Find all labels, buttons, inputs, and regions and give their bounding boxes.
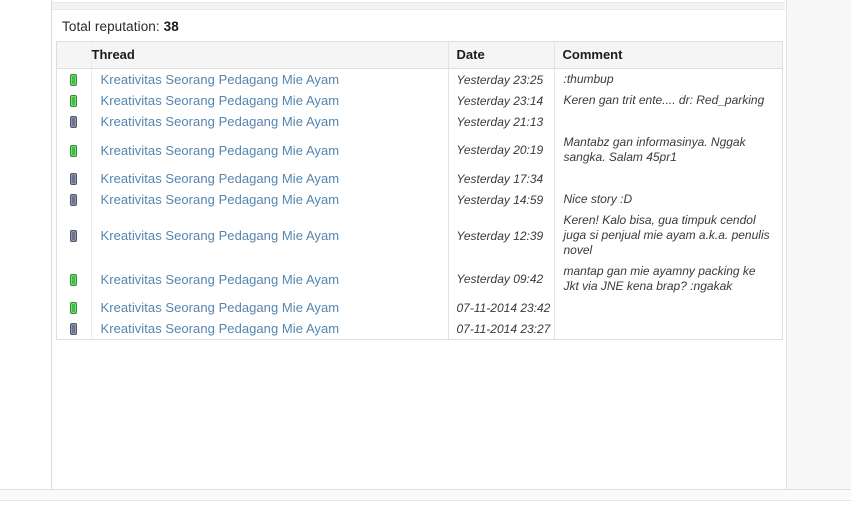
comment-cell: Keren gan trit ente.... dr: Red_parking	[553, 90, 782, 111]
date-cell: 07-11-2014 23:42	[447, 297, 554, 318]
reputation-bar-grey-icon	[70, 116, 78, 129]
page-canvas: Total reputation: 38 Thread Date Comment…	[0, 0, 851, 510]
table-row: Kreativitas Seorang Pedagang Mie Ayam Yes…	[57, 111, 782, 132]
column-header-icon[interactable]	[57, 42, 91, 69]
comment-cell: Keren! Kalo bisa, gua timpuk cendol juga…	[553, 210, 782, 261]
date-cell: Yesterday 09:42	[447, 261, 554, 297]
comment-cell: Mantabz gan informasinya. Nggak sangka. …	[553, 132, 782, 168]
date-cell: Yesterday 17:34	[447, 168, 554, 189]
thread-link[interactable]: Kreativitas Seorang Pedagang Mie Ayam	[101, 228, 340, 243]
table-body: Kreativitas Seorang Pedagang Mie Ayam Yes…	[57, 68, 782, 339]
content-frame-left-rule	[51, 0, 52, 489]
reputation-bar-grey-icon	[70, 194, 78, 207]
table-row: Kreativitas Seorang Pedagang Mie Ayam 07-…	[57, 318, 782, 339]
reputation-bar-grey-icon	[70, 323, 78, 336]
thread-cell: Kreativitas Seorang Pedagang Mie Ayam	[91, 168, 448, 189]
reputation-indicator-cell	[57, 261, 92, 297]
thread-link[interactable]: Kreativitas Seorang Pedagang Mie Ayam	[101, 143, 340, 158]
table-row: Kreativitas Seorang Pedagang Mie Ayam Yes…	[57, 68, 782, 90]
reputation-bar-green-icon	[70, 74, 78, 87]
reputation-bar-grey-icon	[70, 230, 78, 243]
reputation-indicator-cell	[57, 90, 92, 111]
top-decoration-band	[52, 2, 785, 10]
thread-cell: Kreativitas Seorang Pedagang Mie Ayam	[91, 297, 448, 318]
table-row: Kreativitas Seorang Pedagang Mie Ayam Yes…	[57, 168, 782, 189]
table-row: Kreativitas Seorang Pedagang Mie Ayam 07-…	[57, 297, 782, 318]
comment-cell	[553, 318, 782, 339]
reputation-indicator-cell	[57, 297, 92, 318]
comment-cell	[553, 111, 782, 132]
total-reputation-summary: Total reputation: 38	[62, 19, 179, 34]
thread-cell: Kreativitas Seorang Pedagang Mie Ayam	[91, 261, 448, 297]
table-row: Kreativitas Seorang Pedagang Mie Ayam Yes…	[57, 210, 782, 261]
thread-link[interactable]: Kreativitas Seorang Pedagang Mie Ayam	[101, 72, 340, 87]
date-cell: Yesterday 23:14	[447, 90, 554, 111]
date-cell: 07-11-2014 23:27	[447, 318, 554, 339]
thread-cell: Kreativitas Seorang Pedagang Mie Ayam	[91, 111, 448, 132]
thread-link[interactable]: Kreativitas Seorang Pedagang Mie Ayam	[101, 300, 340, 315]
reputation-indicator-cell	[57, 168, 92, 189]
date-cell: Yesterday 12:39	[447, 210, 554, 261]
comment-cell: mantap gan mie ayamny packing ke Jkt via…	[553, 261, 782, 297]
comment-cell: Nice story :D	[553, 189, 782, 210]
thread-link[interactable]: Kreativitas Seorang Pedagang Mie Ayam	[101, 114, 340, 129]
column-header-date[interactable]: Date	[447, 42, 554, 69]
date-cell: Yesterday 14:59	[447, 189, 554, 210]
date-cell: Yesterday 21:13	[447, 111, 554, 132]
table-row: Kreativitas Seorang Pedagang Mie Ayam Yes…	[57, 261, 782, 297]
total-reputation-value: 38	[163, 19, 179, 34]
reputation-indicator-cell	[57, 318, 92, 339]
reputation-bar-green-icon	[70, 144, 78, 157]
comment-cell: :thumbup	[553, 68, 782, 90]
thread-link[interactable]: Kreativitas Seorang Pedagang Mie Ayam	[101, 93, 340, 108]
thread-cell: Kreativitas Seorang Pedagang Mie Ayam	[91, 132, 448, 168]
comment-cell	[553, 168, 782, 189]
reputation-bar-green-icon	[70, 302, 78, 315]
reputation-bar-grey-icon	[70, 173, 78, 186]
table-row: Kreativitas Seorang Pedagang Mie Ayam Yes…	[57, 90, 782, 111]
reputation-table-container: Thread Date Comment Kreativitas Seorang …	[56, 41, 783, 340]
reputation-indicator-cell	[57, 132, 92, 168]
thread-cell: Kreativitas Seorang Pedagang Mie Ayam	[91, 90, 448, 111]
reputation-bar-green-icon	[70, 95, 78, 108]
table-header-row: Thread Date Comment	[57, 42, 782, 69]
comment-cell	[553, 297, 782, 318]
total-reputation-label: Total reputation:	[62, 19, 160, 34]
reputation-bar-green-icon	[70, 273, 78, 286]
thread-cell: Kreativitas Seorang Pedagang Mie Ayam	[91, 189, 448, 210]
thread-cell: Kreativitas Seorang Pedagang Mie Ayam	[91, 318, 448, 339]
table-row: Kreativitas Seorang Pedagang Mie Ayam Yes…	[57, 132, 782, 168]
reputation-indicator-cell	[57, 111, 92, 132]
reputation-indicator-cell	[57, 68, 92, 90]
footer-divider-bottom	[0, 500, 851, 501]
column-header-thread[interactable]: Thread	[90, 42, 448, 69]
date-cell: Yesterday 20:19	[447, 132, 554, 168]
table-row: Kreativitas Seorang Pedagang Mie Ayam Yes…	[57, 189, 782, 210]
thread-link[interactable]: Kreativitas Seorang Pedagang Mie Ayam	[101, 171, 340, 186]
page-right-gutter	[786, 0, 851, 489]
thread-link[interactable]: Kreativitas Seorang Pedagang Mie Ayam	[101, 321, 340, 336]
thread-link[interactable]: Kreativitas Seorang Pedagang Mie Ayam	[101, 192, 340, 207]
thread-link[interactable]: Kreativitas Seorang Pedagang Mie Ayam	[101, 272, 340, 287]
date-cell: Yesterday 23:25	[447, 68, 554, 90]
column-header-comment[interactable]: Comment	[553, 42, 782, 69]
reputation-table: Thread Date Comment Kreativitas Seorang …	[57, 42, 782, 339]
footer-band	[0, 490, 851, 500]
table-header: Thread Date Comment	[57, 42, 782, 69]
thread-cell: Kreativitas Seorang Pedagang Mie Ayam	[91, 210, 448, 261]
thread-cell: Kreativitas Seorang Pedagang Mie Ayam	[91, 68, 448, 90]
reputation-indicator-cell	[57, 189, 92, 210]
reputation-indicator-cell	[57, 210, 92, 261]
